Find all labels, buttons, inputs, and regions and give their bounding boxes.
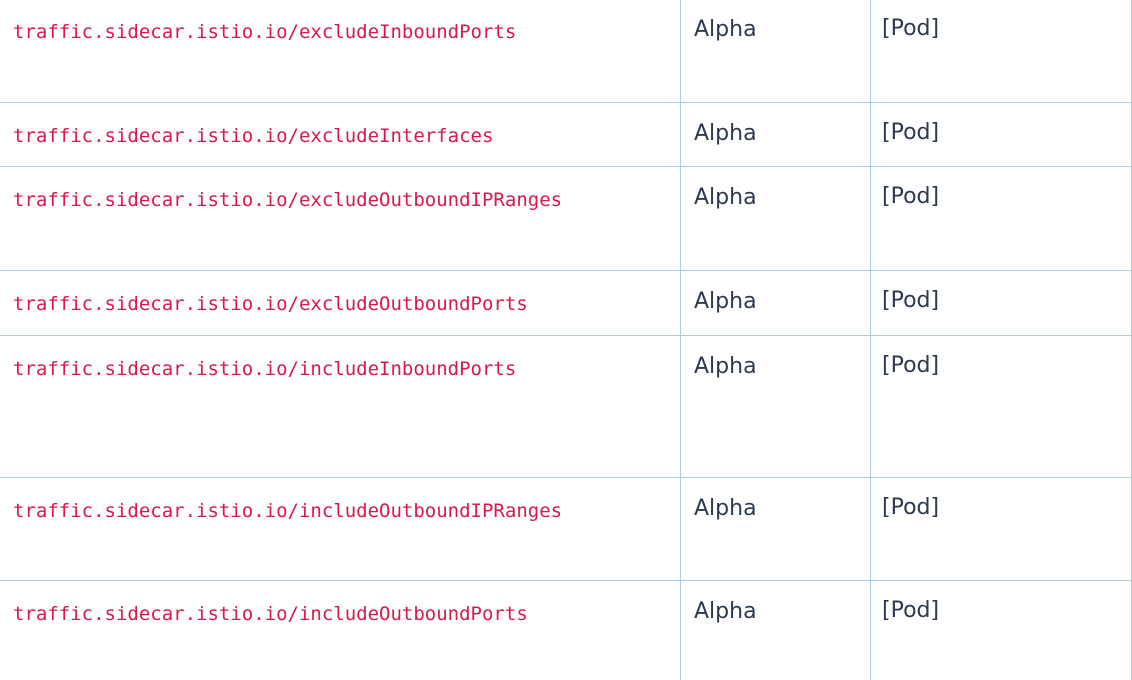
resource-types: [Pod]: [870, 581, 1131, 680]
feature-status: Alpha: [680, 167, 870, 270]
resource-types: [Pod]: [870, 0, 1131, 102]
feature-status: Alpha: [680, 336, 870, 477]
feature-status: Alpha: [680, 581, 870, 680]
resource-types: [Pod]: [870, 167, 1131, 270]
annotation-name: traffic.sidecar.istio.io/excludeOutbound…: [13, 189, 563, 211]
feature-status: Alpha: [680, 271, 870, 335]
resource-types: [Pod]: [870, 478, 1131, 580]
feature-status: Alpha: [680, 103, 870, 166]
resource-types: [Pod]: [870, 103, 1131, 166]
table-row: traffic.sidecar.istio.io/excludeOutbound…: [0, 271, 1131, 336]
resource-types: [Pod]: [870, 271, 1131, 335]
annotation-name: traffic.sidecar.istio.io/excludeInboundP…: [13, 21, 517, 43]
annotation-name: traffic.sidecar.istio.io/includeOutbound…: [13, 500, 563, 522]
annotation-name: traffic.sidecar.istio.io/includeOutbound…: [13, 603, 528, 625]
feature-status: Alpha: [680, 0, 870, 102]
feature-status: Alpha: [680, 478, 870, 580]
table-row: traffic.sidecar.istio.io/includeInboundP…: [0, 336, 1131, 478]
annotation-name: traffic.sidecar.istio.io/includeInboundP…: [13, 358, 517, 380]
table-row: traffic.sidecar.istio.io/excludeInterfac…: [0, 103, 1131, 167]
annotation-name: traffic.sidecar.istio.io/excludeOutbound…: [13, 293, 528, 315]
table-row: traffic.sidecar.istio.io/includeOutbound…: [0, 581, 1131, 680]
annotation-name: traffic.sidecar.istio.io/excludeInterfac…: [13, 125, 494, 147]
table-row: traffic.sidecar.istio.io/excludeOutbound…: [0, 167, 1131, 271]
table-row: traffic.sidecar.istio.io/includeOutbound…: [0, 478, 1131, 581]
annotations-table: traffic.sidecar.istio.io/excludeInboundP…: [0, 0, 1132, 680]
resource-types: [Pod]: [870, 336, 1131, 477]
table-row: traffic.sidecar.istio.io/excludeInboundP…: [0, 0, 1131, 103]
